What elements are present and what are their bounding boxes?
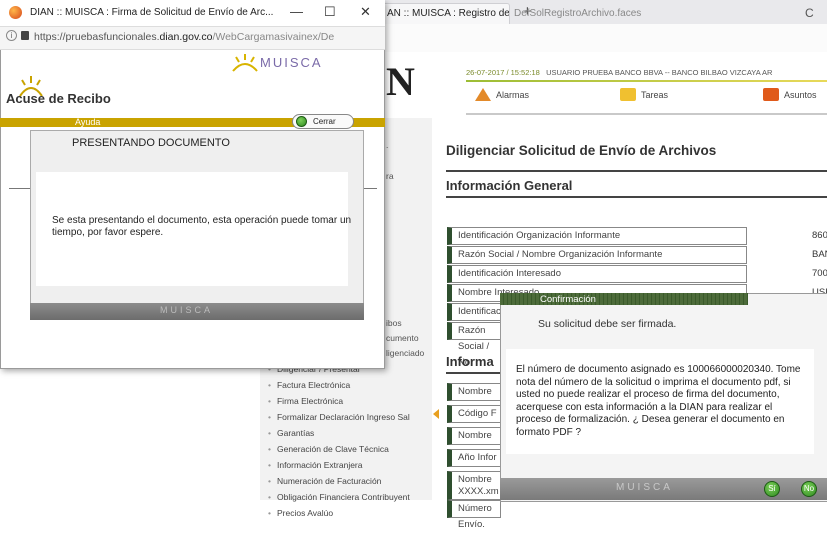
menu-item-clave-tecnica[interactable]: Generación de Clave Técnica — [268, 444, 389, 454]
loading-footer-logo: MUISCA — [160, 305, 214, 315]
field-label: Identificación Interesado — [447, 265, 747, 283]
asuntos-button[interactable]: Asuntos — [763, 88, 817, 101]
field-value: BANC — [812, 249, 827, 260]
menu-fragment[interactable]: cumento — [386, 333, 419, 343]
alarmas-label: Alarmas — [496, 89, 530, 100]
collapse-arrow-icon[interactable] — [433, 409, 439, 419]
section-underline — [446, 196, 827, 198]
section-title-2: Informa — [446, 354, 494, 369]
no-button[interactable]: No — [801, 481, 817, 497]
field-label: Código F — [447, 405, 501, 423]
menu-fragment: . — [386, 140, 389, 150]
muisca-logo: MUISCA — [260, 55, 323, 70]
tab-title: AN :: MUISCA : Registro de S... — [387, 8, 510, 19]
address-text: DefSolRegistroArchivo.faces — [514, 8, 642, 19]
maximize-icon[interactable]: ☐ — [324, 4, 336, 20]
yes-button[interactable]: Sí — [764, 481, 780, 497]
field-label: Nombre XXXX.xm — [447, 471, 501, 500]
alarmas-button[interactable]: Alarmas — [475, 88, 529, 101]
loading-message: Se esta presentando el documento, esta o… — [52, 215, 352, 238]
browser-icon — [9, 6, 22, 19]
confirm-footer-logo: MUISCA — [616, 482, 673, 493]
ayuda-link[interactable]: Ayuda — [75, 117, 100, 127]
asuntos-label: Asuntos — [784, 89, 817, 100]
field-label: Año Infor — [447, 449, 501, 467]
menu-fragment[interactable]: ligenciado — [386, 348, 424, 358]
url-rest: /WebCargamasivainex/De — [212, 31, 335, 43]
title-underline — [446, 170, 827, 172]
header-divider — [466, 113, 827, 115]
menu-item-firma[interactable]: Firma Electrónica — [268, 396, 343, 406]
popup-url: https://pruebasfuncionales.dian.gov.co/W… — [34, 31, 334, 43]
section-underline-2 — [446, 372, 500, 374]
confirm-body-text: El número de documento asignado es 10006… — [516, 364, 801, 438]
menu-item-numeracion[interactable]: Numeración de Facturación — [268, 476, 381, 486]
confirm-dialog-titlebar[interactable]: Confirmación — [500, 293, 748, 305]
alarm-icon — [475, 88, 491, 101]
tareas-label: Tareas — [641, 89, 669, 100]
menu-fragment[interactable]: ra — [386, 171, 394, 181]
popup-heading: Acuse de Recibo — [6, 91, 111, 106]
session-user: USUARIO PRUEBA BANCO BBVA -- BANCO BILBA… — [546, 68, 773, 77]
field-value: 8600 — [812, 230, 827, 241]
field-label: Número Envío. — [447, 500, 501, 530]
browser-tab-registro[interactable]: AN :: MUISCA : Registro de S... ✕ — [380, 3, 510, 24]
popup-title: DIAN :: MUISCA : Firma de Solicitud de E… — [30, 7, 274, 18]
menu-fragment[interactable]: ibos — [386, 318, 402, 328]
section-title: Información General — [446, 178, 573, 193]
field-label: Identificación Organización Informante — [447, 227, 747, 245]
info-icon[interactable]: i — [6, 30, 17, 41]
dian-logo: N — [386, 59, 415, 104]
loading-dialog-title: PRESENTANDO DOCUMENTO — [72, 137, 230, 149]
confirm-dialog-title: Confirmación — [540, 294, 596, 305]
menu-item-formalizar[interactable]: Formalizar Declaración Ingreso Sal — [268, 412, 410, 422]
tasks-icon — [620, 88, 636, 101]
page-title: Diligenciar Solicitud de Envío de Archiv… — [446, 143, 717, 158]
session-datetime: 26-07-2017 / 15:52:18 — [466, 68, 540, 77]
session-status: 26-07-2017 / 15:52:18 USUARIO PRUEBA BAN… — [466, 68, 772, 77]
menu-item-precios[interactable]: Precios Avalúo — [268, 508, 333, 518]
field-label: Nombre — [447, 427, 501, 445]
menu-item-garantias[interactable]: Garantías — [268, 428, 314, 438]
cerrar-icon — [296, 116, 307, 127]
reload-icon[interactable]: C — [805, 6, 814, 20]
url-prefix: https://pruebasfuncionales. — [34, 31, 160, 43]
muisca-sun-icon — [232, 54, 258, 72]
minimize-icon[interactable]: — — [290, 4, 303, 19]
field-label: Razón Social / Nombre Organización Infor… — [447, 246, 747, 264]
menu-item-obligacion[interactable]: Obligación Financiera Contribuyent — [268, 492, 410, 502]
field-label: Nombre — [447, 383, 501, 401]
close-icon[interactable]: ✕ — [360, 4, 371, 20]
url-domain: dian.gov.co — [159, 31, 213, 43]
field-label: Razón Social / No — [447, 322, 502, 368]
lock-icon[interactable] — [21, 31, 29, 40]
menu-item-factura[interactable]: Factura Electrónica — [268, 380, 350, 390]
folder-icon — [763, 88, 779, 101]
tareas-button[interactable]: Tareas — [620, 88, 668, 101]
field-value: 7000 — [812, 268, 827, 279]
header-accent-bar — [466, 80, 827, 82]
menu-item-info-extranjera[interactable]: Información Extranjera — [268, 460, 363, 470]
confirm-message: Su solicitud debe ser firmada. — [538, 318, 677, 330]
